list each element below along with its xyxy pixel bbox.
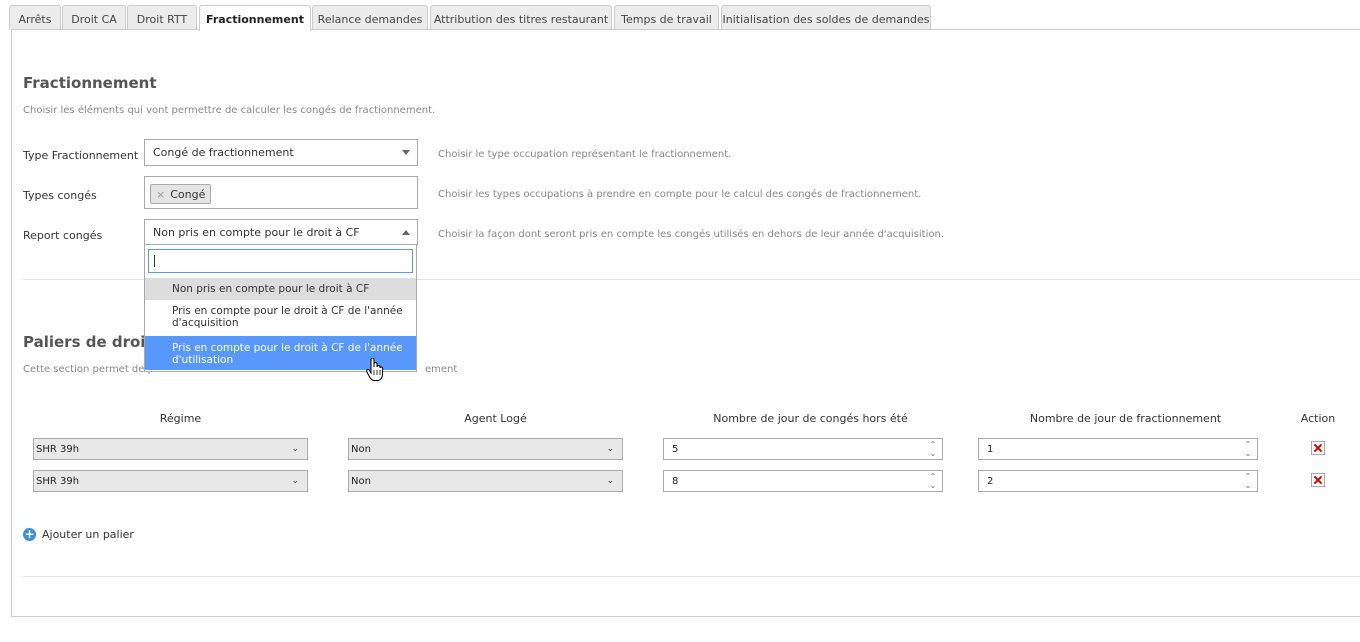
tab-relance-demandes[interactable]: Relance demandes [312,5,428,29]
regime-value: SHR 39h [36,444,80,455]
tab-droit-ca[interactable]: Droit CA [62,5,126,29]
agent-loge-value: Non [351,444,371,455]
regime-select[interactable]: SHR 39h ⌄ [33,438,308,460]
column-header-jours-hors-ete: Nombre de jour de congés hors été [713,412,908,425]
tag-conge-label: Congé [170,188,206,201]
chevron-up-icon [402,230,410,235]
tab-temps-de-travail[interactable]: Temps de travail [614,5,719,29]
delete-x-icon[interactable] [1311,441,1325,455]
text-cursor [154,255,155,267]
add-palier-link[interactable]: Ajouter un palier [42,528,134,541]
type-fractionnement-value: Congé de fractionnement [153,146,294,159]
section-title-fractionnement: Fractionnement [23,74,157,92]
jours-hors-ete-input[interactable]: 5 ⌃ ⌄ [663,438,943,460]
dropdown-option[interactable]: Pris en compte pour le droit à CF de l'a… [145,305,416,335]
agent-loge-select[interactable]: Non ⌄ [348,470,623,492]
spinner-arrows-icon[interactable]: ⌃ ⌄ [1242,472,1254,490]
plus-circle-icon[interactable]: + [23,528,36,541]
tab-bar: Arrêts Droit CA Droit RTT Fractionnement… [0,0,1360,31]
spinner-arrows-icon[interactable]: ⌃ ⌄ [927,472,939,490]
types-conges-multiselect[interactable]: × Congé [144,176,418,209]
tab-arrets[interactable]: Arrêts [9,5,61,29]
divider [23,576,1360,577]
report-conges-select[interactable]: Non pris en compte pour le droit à CF [144,219,418,245]
dropdown-option[interactable]: Non pris en compte pour le droit à CF [145,278,416,300]
type-fractionnement-label: Type Fractionnement [23,149,139,162]
jours-hors-ete-value: 8 [672,476,679,487]
jours-fractionnement-input[interactable]: 1 ⌃ ⌄ [978,438,1258,460]
regime-value: SHR 39h [36,476,80,487]
chevron-down-icon [402,150,410,155]
type-fractionnement-select[interactable]: Congé de fractionnement [144,139,418,166]
section-title-paliers: Paliers de droit [23,333,153,351]
dropdown-search-input[interactable] [148,249,413,273]
types-conges-help: Choisir les types occupations à prendre … [438,189,922,200]
report-conges-value: Non pris en compte pour le droit à CF [153,226,360,239]
hand-cursor-icon [366,358,384,381]
column-header-regime: Régime [159,412,202,425]
tag-conge: × Congé [150,184,212,204]
report-conges-label: Report congés [23,229,103,242]
tab-droit-rtt[interactable]: Droit RTT [127,5,197,29]
tab-fractionnement[interactable]: Fractionnement [199,5,311,31]
type-fractionnement-help: Choisir le type occupation représentant … [438,149,732,160]
paliers-description-tail: ement [425,364,458,375]
types-conges-label: Types congés [23,189,97,202]
x-icon[interactable]: × [156,188,165,201]
jours-hors-ete-input[interactable]: 8 ⌃ ⌄ [663,470,943,492]
jours-hors-ete-value: 5 [672,444,679,455]
column-header-agent-loge: Agent Logé [464,412,527,425]
column-header-action: Action [1300,412,1336,425]
regime-select[interactable]: SHR 39h ⌄ [33,470,308,492]
tab-initialisation-soldes[interactable]: Initialisation des soldes de demandes [721,5,931,29]
jours-fractionnement-input[interactable]: 2 ⌃ ⌄ [978,470,1258,492]
spinner-arrows-icon[interactable]: ⌃ ⌄ [1242,440,1254,458]
agent-loge-select[interactable]: Non ⌄ [348,438,623,460]
agent-loge-value: Non [351,476,371,487]
chevron-down-icon: ⌄ [606,476,614,486]
delete-x-icon[interactable] [1311,473,1325,487]
paliers-description: Cette section permet de pa [23,364,161,375]
section-description: Choisir les éléments qui vont permettre … [23,105,436,116]
report-conges-dropdown: Non pris en compte pour le droit à CF Pr… [144,244,417,372]
chevron-down-icon: ⌄ [291,476,299,486]
chevron-down-icon: ⌄ [291,444,299,454]
report-conges-help: Choisir la façon dont seront pris en com… [438,229,944,240]
chevron-down-icon: ⌄ [606,444,614,454]
column-header-jours-fractionnement: Nombre de jour de fractionnement [1029,412,1222,425]
jours-fractionnement-value: 2 [987,476,994,487]
spinner-arrows-icon[interactable]: ⌃ ⌄ [927,440,939,458]
tab-attribution-titres-restaurant[interactable]: Attribution des titres restaurant [430,5,612,29]
jours-fractionnement-value: 1 [987,444,994,455]
